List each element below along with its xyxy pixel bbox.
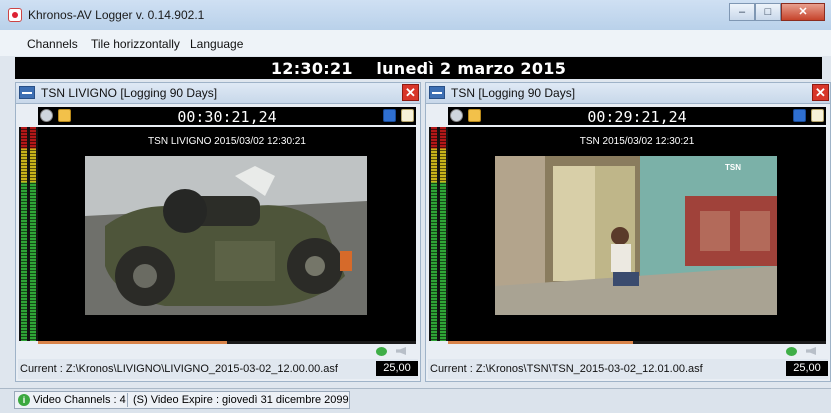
panel-footer: Current : Z:\Kronos\TSN\TSN_2015-03-02_1… [428,359,828,379]
panel-window-icon [19,86,35,99]
menu-bar: Channels Tile horizzontally Language [0,30,831,56]
panel-close-button[interactable]: ✕ [812,84,829,101]
document-icon[interactable] [811,109,824,122]
close-button[interactable]: ✕ [781,3,825,21]
channel-panel-tsn: TSN [Logging 90 Days] ✕ 00:29:21,24 TSN … [425,82,831,382]
current-file: Current : Z:\Kronos\LIVIGNO\LIVIGNO_2015… [20,363,338,375]
fps-readout: 25,00 [786,361,828,376]
panel-header: TSN LIVIGNO [Logging 90 Days] ✕ [16,83,420,104]
channel-panel-livigno: TSN LIVIGNO [Logging 90 Days] ✕ 00:30:21… [15,82,421,382]
minimize-button[interactable]: – [729,3,755,21]
vu-channel-left [431,127,437,341]
timecode: 00:30:21,24 [177,108,277,126]
video-preview: TSN 2015/03/02 12:30:21 TSN [448,127,826,341]
status-bar: i Video Channels : 4 (S) Video Expire : … [0,388,831,413]
video-frame: TSN [495,156,777,315]
clock-text: 12:30:21 lunedì 2 marzo 2015 [270,59,567,78]
video-frame-image [85,156,367,315]
gear-icon[interactable] [40,109,53,122]
speaker-icon[interactable] [806,347,816,355]
timecode-bar: 00:29:21,24 [448,107,826,126]
window-titlebar: Khronos-AV Logger v. 0.14.902.1 – □ ✕ [0,0,831,31]
video-caption: TSN LIVIGNO 2015/03/02 12:30:21 [148,136,306,147]
panel-title: TSN LIVIGNO [Logging 90 Days] [41,86,218,100]
menu-language[interactable]: Language [190,37,243,51]
playback-progress-fill [448,341,634,344]
video-frame [85,156,367,315]
maximize-button[interactable]: □ [755,3,781,21]
audio-level-meter [19,127,38,341]
vu-channel-left [21,127,27,341]
vu-channel-right [30,127,36,341]
info-icon: i [18,394,30,406]
panel-header: TSN [Logging 90 Days] ✕ [426,83,830,104]
window-title: Khronos-AV Logger v. 0.14.902.1 [28,8,205,22]
timecode: 00:29:21,24 [587,108,687,126]
minimize-icon: – [738,6,746,18]
speaker-icon[interactable] [396,347,406,355]
video-caption: TSN 2015/03/02 12:30:21 [579,136,695,147]
video-preview: TSN LIVIGNO 2015/03/02 12:30:21 [38,127,416,341]
video-frame-image: TSN [495,156,777,315]
status-separator [127,393,128,407]
panel-footer: Current : Z:\Kronos\LIVIGNO\LIVIGNO_2015… [18,359,418,379]
maximize-icon: □ [764,6,772,18]
record-status-icon [786,347,797,356]
panel-close-button[interactable]: ✕ [402,84,419,101]
playback-progress [38,341,416,344]
close-icon: ✕ [798,6,808,18]
folder-icon[interactable] [58,109,71,122]
panel-title: TSN [Logging 90 Days] [451,86,576,100]
app-icon [8,8,22,22]
panel-window-icon [429,86,445,99]
svg-text:TSN: TSN [725,163,741,172]
window-controls: – □ ✕ [729,3,825,21]
save-icon[interactable] [383,109,396,122]
audio-level-meter [429,127,448,341]
timecode-bar: 00:30:21,24 [38,107,416,126]
folder-icon[interactable] [468,109,481,122]
save-icon[interactable] [793,109,806,122]
menu-tile-horizontally[interactable]: Tile horizzontally [91,37,180,51]
vu-channel-right [440,127,446,341]
status-box: i Video Channels : 4 (S) Video Expire : … [14,391,350,409]
fps-readout: 25,00 [376,361,418,376]
clock-bar: 12:30:21 lunedì 2 marzo 2015 [15,57,822,79]
video-channels-count: Video Channels : 4 [33,394,126,406]
playback-progress [448,341,826,344]
menu-channels[interactable]: Channels [27,37,78,51]
record-status-icon [376,347,387,356]
playback-progress-fill [38,341,227,344]
gear-icon[interactable] [450,109,463,122]
video-expire-date: (S) Video Expire : giovedì 31 dicembre 2… [133,394,349,406]
document-icon[interactable] [401,109,414,122]
current-file: Current : Z:\Kronos\TSN\TSN_2015-03-02_1… [430,363,703,375]
